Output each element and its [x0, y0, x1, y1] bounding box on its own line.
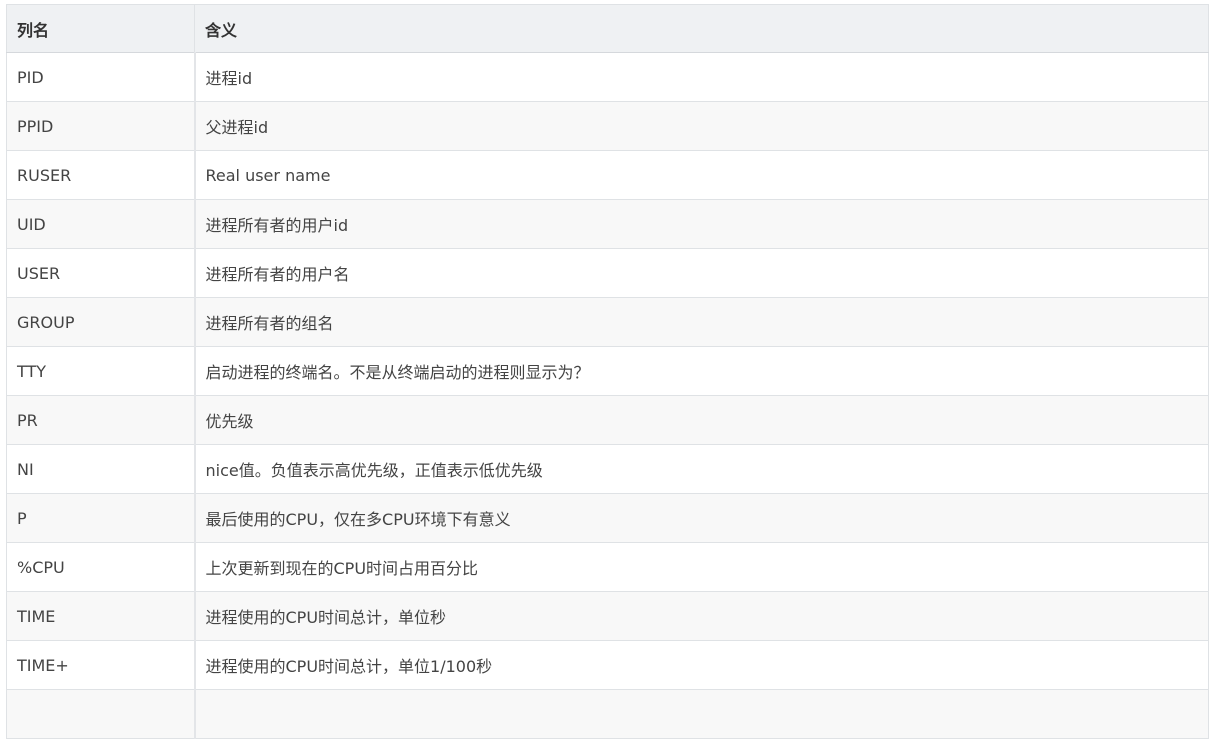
row-meaning-cell: 上次更新到现在的CPU时间占用百分比: [194, 542, 1209, 592]
row-name-cell: PID: [6, 52, 196, 102]
row-meaning-cell: 进程id: [194, 52, 1209, 102]
row-meaning-cell: 进程使用的CPU时间总计，单位秒: [194, 591, 1209, 641]
table-row: UID 进程所有者的用户id: [6, 199, 1209, 249]
row-name-cell: P: [6, 493, 196, 543]
row-name-cell: USER: [6, 248, 196, 298]
table-row: %CPU 上次更新到现在的CPU时间占用百分比: [6, 542, 1209, 592]
row-meaning-cell: nice值。负值表示高优先级，正值表示低优先级: [194, 444, 1209, 494]
row-name-cell: NI: [6, 444, 196, 494]
header-column-name: 列名: [6, 4, 195, 53]
row-meaning-cell: 启动进程的终端名。不是从终端启动的进程则显示为？: [194, 346, 1209, 396]
table-header: 列名 含义: [6, 4, 1209, 53]
row-name-cell: TTY: [6, 346, 196, 396]
table-row: P 最后使用的CPU，仅在多CPU环境下有意义: [6, 493, 1209, 543]
row-name-cell: UID: [6, 199, 196, 249]
header-column-meaning: 含义: [194, 4, 1209, 53]
table-row: RUSER Real user name: [6, 150, 1209, 200]
row-meaning-cell: 父进程id: [194, 101, 1209, 151]
table-row: [6, 689, 1209, 739]
row-name-cell: TIME+: [6, 640, 196, 690]
column-definition-table: 列名 含义 PID 进程id PPID 父进程id RUSER Real use…: [6, 4, 1209, 739]
row-meaning-cell: 进程所有者的用户名: [194, 248, 1209, 298]
row-name-cell: GROUP: [6, 297, 196, 347]
table-body: PID 进程id PPID 父进程id RUSER Real user name…: [6, 52, 1209, 739]
row-meaning-cell: 进程所有者的组名: [194, 297, 1209, 347]
row-meaning-cell: 进程所有者的用户id: [194, 199, 1209, 249]
table-row: NI nice值。负值表示高优先级，正值表示低优先级: [6, 444, 1209, 494]
row-name-cell: [6, 689, 196, 739]
column-definition-table-container: 列名 含义 PID 进程id PPID 父进程id RUSER Real use…: [6, 4, 1209, 739]
row-meaning-cell: Real user name: [194, 150, 1209, 200]
row-name-cell: PPID: [6, 101, 196, 151]
row-name-cell: %CPU: [6, 542, 196, 592]
row-meaning-cell: [194, 689, 1209, 739]
table-row: TIME+ 进程使用的CPU时间总计，单位1/100秒: [6, 640, 1209, 690]
table-row: GROUP 进程所有者的组名: [6, 297, 1209, 347]
row-meaning-cell: 优先级: [194, 395, 1209, 445]
row-name-cell: TIME: [6, 591, 196, 641]
table-row: TIME 进程使用的CPU时间总计，单位秒: [6, 591, 1209, 641]
header-row: 列名 含义: [6, 4, 1209, 53]
table-row: TTY 启动进程的终端名。不是从终端启动的进程则显示为？: [6, 346, 1209, 396]
row-meaning-cell: 最后使用的CPU，仅在多CPU环境下有意义: [194, 493, 1209, 543]
table-row: PR 优先级: [6, 395, 1209, 445]
row-name-cell: PR: [6, 395, 196, 445]
table-row: USER 进程所有者的用户名: [6, 248, 1209, 298]
table-row: PID 进程id: [6, 52, 1209, 102]
row-name-cell: RUSER: [6, 150, 196, 200]
row-meaning-cell: 进程使用的CPU时间总计，单位1/100秒: [194, 640, 1209, 690]
table-row: PPID 父进程id: [6, 101, 1209, 151]
